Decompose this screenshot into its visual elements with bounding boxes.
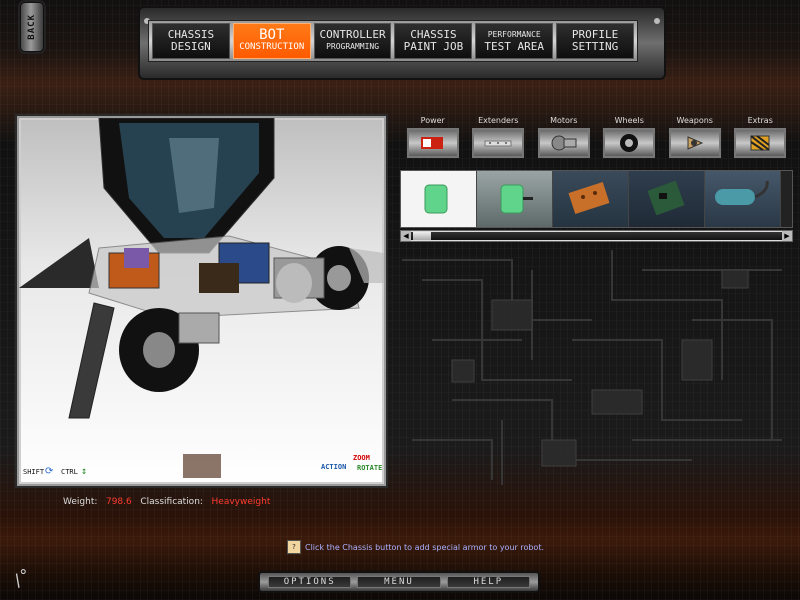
parts-panel: Power Extenders Motors Wheels Weapons Ex… bbox=[400, 114, 793, 242]
motor-icon[interactable] bbox=[537, 128, 590, 158]
tab-performance-test-area[interactable]: PERFORMANCE TEST AREA bbox=[475, 23, 554, 59]
category-motors[interactable]: Motors bbox=[531, 114, 597, 164]
category-extenders[interactable]: Extenders bbox=[466, 114, 532, 164]
scroll-right-icon[interactable]: ▶ bbox=[782, 231, 792, 241]
category-row: Power Extenders Motors Wheels Weapons Ex… bbox=[400, 114, 793, 164]
part-thumbnail bbox=[183, 454, 221, 478]
category-extras[interactable]: Extras bbox=[728, 114, 794, 164]
help-button[interactable]: HELP bbox=[446, 576, 530, 588]
hint-text: Click the Chassis button to add special … bbox=[305, 542, 545, 552]
tab-controller-programming[interactable]: CONTROLLER PROGRAMMING bbox=[313, 23, 392, 59]
weight-value: 798.6 bbox=[105, 497, 132, 507]
hint-bar: ? Click the Chassis button to add specia… bbox=[287, 540, 544, 554]
tab-bot-construction[interactable]: BOT CONSTRUCTION bbox=[232, 23, 311, 59]
scroll-left-icon[interactable]: ◀ bbox=[401, 231, 411, 241]
extras-icon[interactable] bbox=[734, 128, 787, 158]
category-power[interactable]: Power bbox=[400, 114, 466, 164]
rotate-hint: ROTATE bbox=[357, 464, 383, 472]
part-circuit-board-orange[interactable] bbox=[553, 171, 629, 227]
part-power-connector[interactable] bbox=[705, 171, 781, 227]
weight-label: Weight: bbox=[63, 497, 98, 507]
arrow-icon: ↕ bbox=[81, 466, 88, 477]
part-battery-green-wired[interactable] bbox=[477, 171, 553, 227]
options-button[interactable]: OPTIONS bbox=[268, 576, 352, 588]
rotate-icon: ⟳ bbox=[45, 466, 54, 477]
hint-icon: ? bbox=[287, 540, 301, 554]
ctrl-hint: CTRL bbox=[61, 468, 78, 476]
parts-strip bbox=[400, 170, 793, 228]
circuit-decoration bbox=[402, 250, 782, 485]
weapon-icon[interactable] bbox=[668, 128, 721, 158]
category-weapons[interactable]: Weapons bbox=[662, 114, 728, 164]
tab-profile-setting[interactable]: PROFILE SETTING bbox=[556, 23, 634, 59]
wheel-icon[interactable] bbox=[603, 128, 656, 158]
classification-label: Classification: bbox=[140, 497, 203, 507]
zoom-hint: ZOOM bbox=[353, 454, 370, 462]
shift-hint: SHIFT bbox=[23, 468, 45, 476]
robot-model bbox=[19, 118, 384, 419]
scroll-track[interactable] bbox=[411, 232, 782, 240]
classification-value: Heavyweight bbox=[211, 497, 271, 507]
main-nav: CHASSIS DESIGN BOT CONSTRUCTION CONTROLL… bbox=[148, 20, 638, 62]
robot-3d-viewport[interactable]: SHIFT ⟳ CTRL ↕ ACTION ZOOM ROTATE bbox=[17, 116, 386, 486]
back-button[interactable]: BACK bbox=[20, 2, 44, 52]
part-circuit-board-green[interactable] bbox=[629, 171, 705, 227]
action-hint: ACTION bbox=[321, 463, 347, 471]
parts-scrollbar[interactable]: ◀ ▶ bbox=[400, 230, 793, 242]
tab-chassis-design[interactable]: CHASSIS DESIGN bbox=[152, 23, 230, 59]
category-wheels[interactable]: Wheels bbox=[597, 114, 663, 164]
extender-icon[interactable] bbox=[472, 128, 525, 158]
tab-chassis-paint-job[interactable]: CHASSIS PAINT JOB bbox=[394, 23, 473, 59]
bot-stats: Weight: 798.6 Classification: Heavyweigh… bbox=[63, 497, 270, 507]
part-battery-green[interactable] bbox=[401, 171, 477, 227]
menu-button[interactable]: MENU bbox=[357, 576, 441, 588]
back-label: BACK bbox=[27, 14, 37, 40]
battery-icon[interactable] bbox=[406, 128, 459, 158]
bottom-bar: OPTIONS MENU HELP bbox=[258, 571, 540, 593]
scroll-thumb[interactable] bbox=[413, 232, 431, 240]
